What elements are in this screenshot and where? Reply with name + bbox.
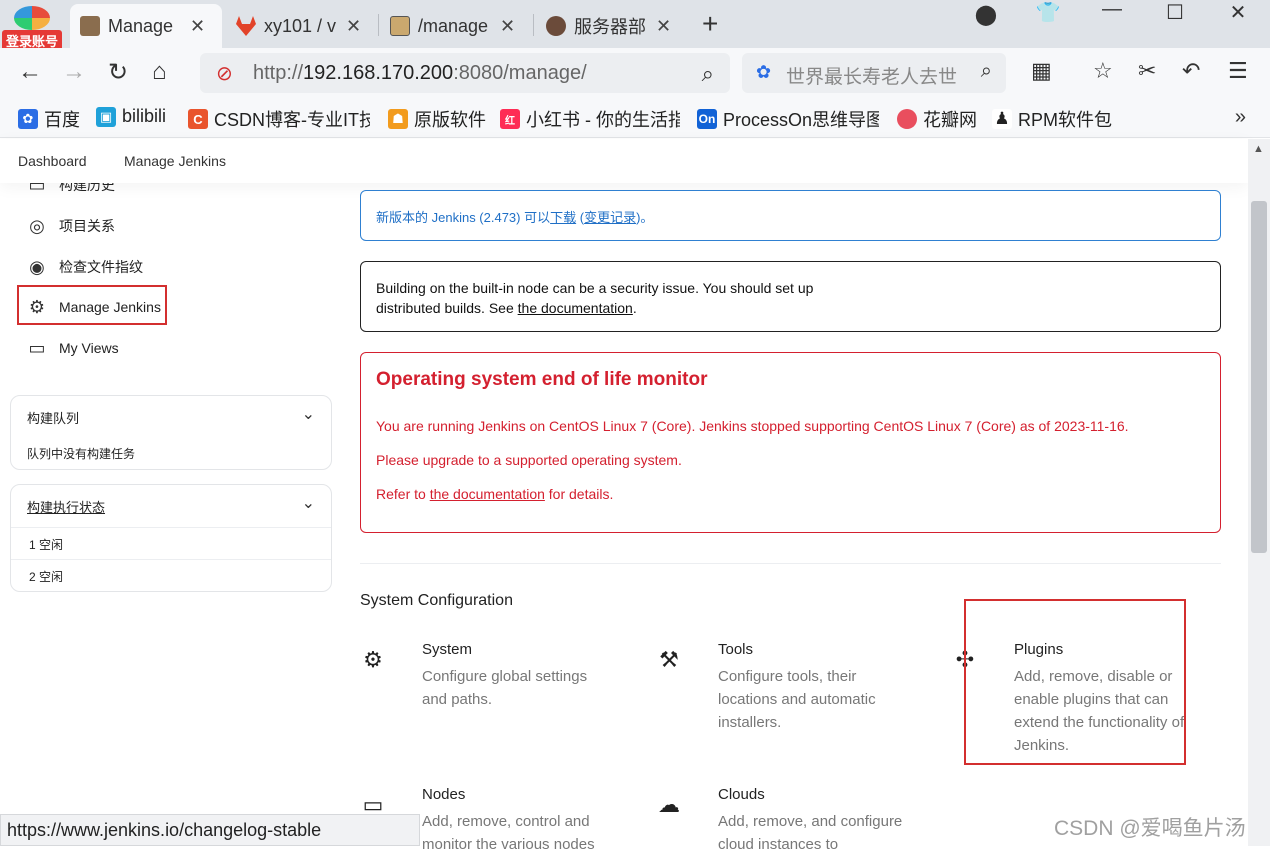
- jenkins-favicon-icon: [80, 16, 100, 36]
- home-button[interactable]: ⌂: [152, 58, 167, 86]
- tab-gitlab[interactable]: xy101 / v ✕: [226, 4, 378, 48]
- os-eol-title: Operating system end of life monitor: [376, 369, 708, 390]
- scroll-up-icon[interactable]: ▲: [1253, 143, 1264, 155]
- bookmark-csdn[interactable]: C CSDN博客-专业IT技: [188, 106, 370, 132]
- menu-icon[interactable]: ☰: [1228, 58, 1248, 84]
- sidebar-item-my-views[interactable]: ▭ My Views: [26, 337, 118, 359]
- bookmark-rpm[interactable]: ♟ RPM软件包: [992, 106, 1112, 132]
- page-scrollbar[interactable]: ▲: [1248, 139, 1270, 846]
- executor-status-title[interactable]: 构建执行状态: [27, 497, 105, 516]
- update-available-alert: 新版本的 Jenkins (2.473) 可以下载 (变更记录)。: [360, 190, 1221, 241]
- minimize-button[interactable]: —: [1092, 0, 1132, 21]
- close-icon[interactable]: ✕: [500, 16, 515, 37]
- baidu-paw-icon: ✿: [756, 62, 772, 82]
- close-icon[interactable]: ✕: [656, 16, 671, 37]
- avatar-favicon-icon: [546, 16, 566, 36]
- bookmark-baidu[interactable]: ✿ 百度: [18, 106, 80, 132]
- sidebar-item-fingerprint[interactable]: ◉ 检查文件指纹: [26, 256, 143, 278]
- scrollbar-thumb[interactable]: [1251, 201, 1267, 553]
- window-icon: ▭: [28, 337, 46, 358]
- forward-button[interactable]: →: [62, 58, 86, 86]
- changelog-link[interactable]: 变更记录: [584, 210, 636, 225]
- hammer-icon: ⚒: [659, 647, 679, 672]
- more-bookmarks-icon[interactable]: »: [1235, 106, 1246, 129]
- bookmark-bilibili[interactable]: ▣ bilibili: [96, 106, 166, 127]
- bookmark-xiaohongshu[interactable]: 红 小红书 - 你的生活指: [500, 106, 680, 132]
- download-link[interactable]: 下载: [550, 210, 576, 225]
- watermark: CSDN @爱喝鱼片汤: [1054, 817, 1246, 840]
- apps-grid-icon[interactable]: ▦: [1031, 58, 1052, 84]
- sidebar-item-build-history[interactable]: ▭ 构建历史: [26, 183, 115, 195]
- screenshot-scissors-icon[interactable]: ✂: [1138, 58, 1156, 84]
- bookmark-huaban[interactable]: 花瓣网: [897, 106, 977, 132]
- sidebar-item-project-relationship[interactable]: ◎ 项目关系: [26, 215, 115, 237]
- gitlab-favicon-icon: [236, 16, 256, 36]
- on-icon: On: [697, 109, 717, 129]
- relationship-icon: ◎: [29, 215, 45, 236]
- address-bar[interactable]: ⊘ http://192.168.170.200:8080/manage/ ⌕: [200, 53, 730, 93]
- security-alert: Building on the built-in node can be a s…: [360, 261, 1221, 332]
- xhs-icon: 红: [500, 109, 520, 129]
- search-box[interactable]: ✿ 世界最长寿老人去世 ⌕: [742, 53, 1006, 93]
- maximize-button[interactable]: ☐: [1155, 0, 1195, 25]
- build-queue-panel: 构建队列 ⌄ 队列中没有构建任务: [10, 395, 332, 470]
- skin-icon[interactable]: 👕: [1028, 0, 1068, 25]
- penguin-icon: ♟: [992, 109, 1012, 129]
- chevron-down-icon[interactable]: ⌄: [302, 493, 315, 513]
- reload-button[interactable]: ↻: [108, 58, 128, 87]
- tv-icon: ▣: [96, 106, 116, 127]
- chevron-down-icon[interactable]: ⌄: [302, 404, 315, 424]
- tab-manage-2[interactable]: /manage ✕: [380, 4, 532, 48]
- system-configuration-title: System Configuration: [360, 592, 513, 609]
- bookmark-processon[interactable]: On ProcessOn思维导图: [697, 106, 879, 132]
- c-icon: C: [188, 109, 208, 129]
- back-button[interactable]: ←: [18, 58, 42, 86]
- gear-icon: ⚙: [363, 647, 383, 672]
- bookmarks-bar: ✿ 百度 ▣ bilibili C CSDN博客-专业IT技 ☗ 原版软件 红 …: [0, 98, 1270, 138]
- executor-status-panel: 构建执行状态 ⌄ 1 空闲 2 空闲: [10, 484, 332, 592]
- new-tab-button[interactable]: +: [702, 8, 718, 40]
- close-window-button[interactable]: ✕: [1218, 0, 1258, 25]
- search-icon[interactable]: ⌕: [702, 61, 714, 87]
- build-queue-empty: 队列中没有构建任务: [27, 447, 136, 461]
- manage-jenkins-highlight-box: [17, 285, 167, 325]
- bookmark-original-software[interactable]: ☗ 原版软件: [388, 106, 486, 132]
- petal-icon: [897, 109, 917, 129]
- undo-icon[interactable]: ↶: [1182, 58, 1200, 84]
- search-icon[interactable]: ⌕: [981, 60, 992, 83]
- close-icon[interactable]: ✕: [346, 16, 361, 37]
- browser-tab-bar: 登录账号 Manage ✕ xy101 / v ✕ /manage ✕ 服务器部…: [0, 0, 1270, 51]
- figure-icon: ☗: [388, 109, 408, 129]
- tab-manage[interactable]: Manage ✕: [70, 4, 222, 48]
- url-text[interactable]: http://192.168.170.200:8080/manage/: [253, 62, 587, 85]
- documentation-link[interactable]: the documentation: [518, 300, 633, 316]
- search-suggestion[interactable]: 世界最长寿老人去世: [786, 62, 964, 89]
- sidebar-item-clip: ▭ 构建历史: [0, 183, 340, 195]
- executor-row[interactable]: 2 空闲: [11, 559, 331, 591]
- breadcrumb: Dashboard Manage Jenkins: [0, 139, 1248, 183]
- cloud-icon: ☁: [658, 792, 680, 817]
- browser-logo-icon[interactable]: [14, 6, 50, 30]
- history-icon: ▭: [28, 183, 46, 195]
- favorites-star-icon[interactable]: ☆: [1093, 58, 1113, 84]
- browser-toolbar: ← → ↻ ⌂ ⊘ http://192.168.170.200:8080/ma…: [0, 48, 1270, 98]
- executor-row[interactable]: 1 空闲: [11, 527, 331, 559]
- tab-separator: [533, 14, 534, 36]
- close-icon[interactable]: ✕: [190, 16, 205, 37]
- account-menu-icon[interactable]: ⬤: [966, 2, 1006, 27]
- tab-separator: [378, 14, 379, 36]
- divider: [360, 563, 1221, 564]
- breadcrumb-manage-jenkins[interactable]: Manage Jenkins: [124, 153, 226, 169]
- tab-server-deploy[interactable]: 服务器部 ✕: [536, 4, 688, 48]
- build-queue-title[interactable]: 构建队列: [27, 408, 79, 427]
- not-secure-icon[interactable]: ⊘: [216, 61, 233, 86]
- eol-documentation-link[interactable]: the documentation: [430, 486, 545, 502]
- breadcrumb-dashboard[interactable]: Dashboard: [18, 153, 87, 169]
- status-bar-url: https://www.jenkins.io/changelog-stable: [0, 814, 420, 846]
- plugins-highlight-box: [964, 599, 1186, 765]
- os-eol-alert: Operating system end of life monitor You…: [360, 352, 1221, 533]
- jenkins-favicon-icon: [390, 16, 410, 36]
- paw-icon: ✿: [18, 109, 38, 129]
- fingerprint-icon: ◉: [29, 256, 45, 277]
